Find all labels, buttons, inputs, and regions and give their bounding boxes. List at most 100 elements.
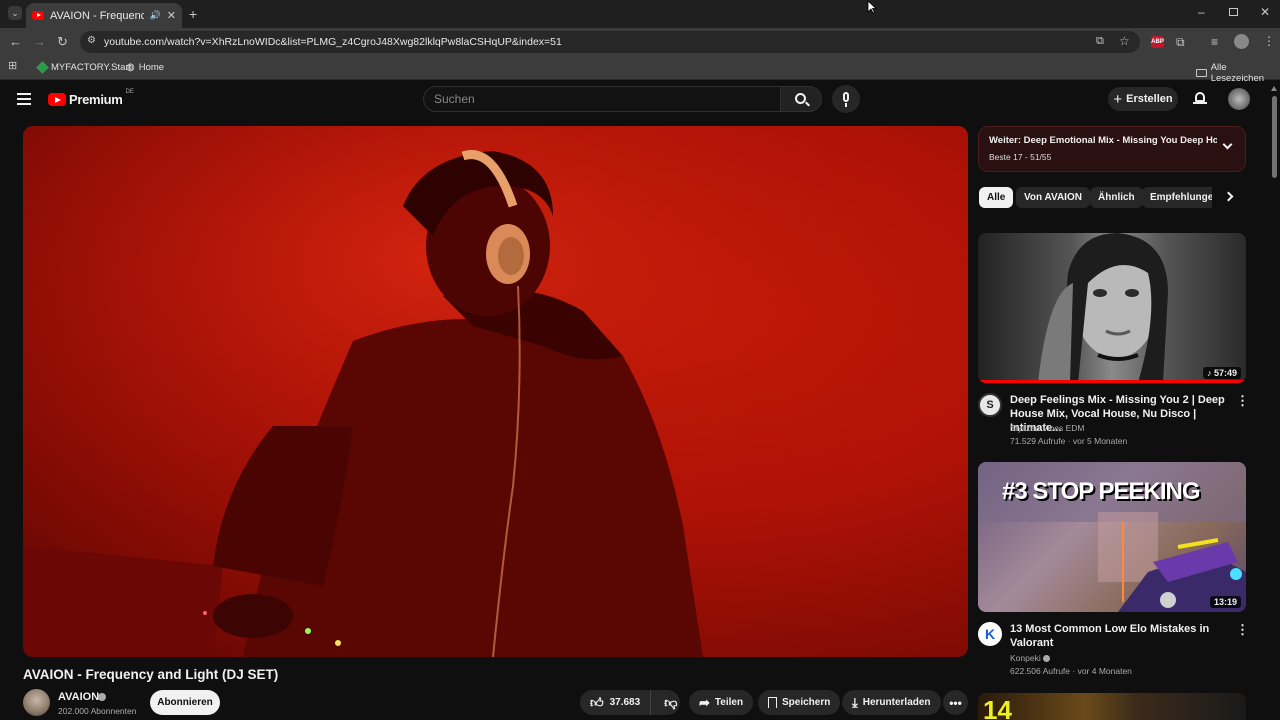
youtube-logo[interactable]: Premium DE bbox=[48, 88, 134, 107]
video-thumbnail[interactable]: 14 bbox=[978, 693, 1246, 720]
video-player[interactable] bbox=[23, 126, 968, 657]
bookmark-star-icon[interactable]: ☆ bbox=[1119, 34, 1130, 48]
site-info-icon[interactable]: ⚙ bbox=[87, 35, 96, 46]
subscribe-button[interactable]: Abonnieren bbox=[150, 690, 220, 715]
recommendation-title: 13 Most Common Low Elo Mistakes in Valor… bbox=[1010, 623, 1210, 649]
recommendation-item[interactable]: ♪ 57:49 S Deep Feelings Mix - Missing Yo… bbox=[978, 233, 1249, 449]
share-label: Teilen bbox=[714, 697, 744, 708]
video-title: AVAION - Frequency and Light (DJ SET) bbox=[23, 667, 279, 682]
more-options-icon[interactable]: ⋮ bbox=[1236, 393, 1249, 409]
playlist-panel[interactable]: Weiter: Deep Emotional Mix - Missing You… bbox=[978, 126, 1246, 172]
minimize-icon[interactable]: – bbox=[1198, 6, 1205, 18]
chip-all[interactable]: Alle bbox=[979, 187, 1014, 208]
bookmark-label: MYFACTORY.Start bbox=[51, 62, 132, 73]
back-icon[interactable]: ← bbox=[9, 35, 22, 48]
verified-icon bbox=[98, 693, 106, 701]
install-app-icon[interactable]: ⧉ bbox=[1096, 35, 1104, 48]
voice-search-button[interactable] bbox=[832, 85, 860, 113]
scrollbar-thumb[interactable] bbox=[1272, 96, 1277, 178]
reload-icon[interactable]: ↻ bbox=[57, 35, 68, 48]
audio-icon[interactable]: 🔊 bbox=[150, 10, 161, 21]
recommendation-stats: 622.506 Aufrufe · vor 4 Monaten bbox=[1010, 666, 1132, 676]
thumbnail-overlay-text: #3 STOP PEEKING bbox=[1002, 478, 1201, 505]
microphone-icon bbox=[843, 92, 849, 102]
recommendation-channel[interactable]: Konpeki bbox=[1010, 653, 1041, 663]
apps-icon[interactable]: ⊞ bbox=[8, 61, 17, 72]
like-button[interactable]: 👍︎ 37.683 bbox=[580, 690, 652, 715]
music-note-icon: ♪ bbox=[1206, 368, 1214, 378]
channel-avatar[interactable]: S bbox=[978, 393, 1002, 417]
bookmark-label: Home bbox=[138, 62, 165, 73]
url-text: youtube.com/watch?v=XhRzLnoWIDc&list=PLM… bbox=[104, 36, 562, 48]
close-tab-icon[interactable]: ✕ bbox=[167, 9, 176, 22]
download-label: Herunterladen bbox=[862, 697, 931, 708]
globe-icon: ◍ bbox=[126, 62, 135, 73]
chevron-right-icon[interactable] bbox=[1223, 191, 1234, 202]
recommendation-item[interactable]: 14 bbox=[978, 693, 1246, 720]
browser-tab-bar: ⌄ AVAION - Frequency and Li 🔊 ✕ + – ✕ bbox=[0, 0, 1280, 28]
new-tab-icon[interactable]: + bbox=[189, 7, 197, 21]
youtube-logo-icon bbox=[48, 93, 66, 106]
region-label: DE bbox=[125, 88, 134, 95]
more-options-icon[interactable]: ⋮ bbox=[1236, 622, 1249, 638]
forward-icon[interactable]: → bbox=[33, 35, 46, 48]
portrait-image bbox=[1038, 233, 1168, 383]
browser-address-bar: ← → ↻ ⚙ youtube.com/watch?v=XhRzLnoWIDc&… bbox=[0, 28, 1280, 56]
bookmark-home[interactable]: ◍ Home bbox=[126, 62, 164, 73]
reading-list-icon[interactable]: ≡ bbox=[1211, 36, 1218, 48]
share-icon: ➦ bbox=[699, 694, 710, 710]
restore-icon[interactable] bbox=[1229, 8, 1238, 16]
channel-avatar[interactable]: K bbox=[978, 622, 1002, 646]
hamburger-menu-icon[interactable] bbox=[17, 93, 31, 105]
chip-from-channel[interactable]: Von AVAION bbox=[1016, 187, 1090, 208]
chip-related[interactable]: Ähnlich bbox=[1090, 187, 1143, 208]
thumbs-up-icon: 👍︎ bbox=[590, 694, 604, 710]
playlist-next-label: Weiter: Deep Emotional Mix - Missing You… bbox=[989, 135, 1217, 146]
extensions-icon[interactable]: ⧉ bbox=[1176, 36, 1185, 48]
search-input[interactable]: Suchen bbox=[423, 86, 781, 112]
plus-icon: + bbox=[1113, 90, 1123, 108]
video-thumbnail[interactable]: #3 STOP PEEKING 13:19 bbox=[978, 462, 1246, 612]
bookmark-icon bbox=[768, 697, 777, 708]
save-label: Speichern bbox=[782, 697, 831, 708]
watched-progress-bar bbox=[978, 380, 1246, 383]
notifications-bell-icon[interactable] bbox=[1193, 91, 1207, 105]
user-avatar[interactable] bbox=[1228, 88, 1250, 110]
save-button[interactable]: Speichern bbox=[758, 690, 841, 715]
logo-text: Premium bbox=[69, 92, 123, 107]
mouse-cursor-icon bbox=[867, 0, 877, 14]
chevron-down-icon[interactable] bbox=[1222, 139, 1233, 150]
youtube-favicon bbox=[32, 11, 44, 20]
profile-icon[interactable] bbox=[1234, 34, 1249, 49]
scroll-up-icon[interactable] bbox=[1271, 86, 1277, 91]
create-button[interactable]: + Erstellen bbox=[1108, 87, 1178, 111]
channel-name[interactable]: AVAION bbox=[58, 691, 99, 703]
close-window-icon[interactable]: ✕ bbox=[1260, 6, 1270, 18]
duration-badge: ♪ 57:49 bbox=[1202, 367, 1241, 379]
playlist-sub-label: Beste 17 - 51/55 bbox=[989, 152, 1052, 162]
subscriber-count: 202.000 Abonnenten bbox=[58, 706, 137, 716]
duration-badge: 13:19 bbox=[1209, 596, 1241, 608]
video-thumbnail[interactable]: ♪ 57:49 bbox=[978, 233, 1246, 383]
browser-tab[interactable]: AVAION - Frequency and Li 🔊 ✕ bbox=[26, 3, 182, 28]
folder-icon bbox=[1196, 69, 1207, 77]
thumbnail-overlay-text: 14 bbox=[983, 695, 1012, 720]
recommendation-stats: 71.529 Aufrufe · vor 5 Monaten bbox=[1010, 436, 1128, 446]
search-button[interactable] bbox=[780, 86, 822, 112]
more-icon: ••• bbox=[949, 695, 962, 710]
bookmark-myfactory[interactable]: MYFACTORY.Start bbox=[36, 61, 132, 74]
share-button[interactable]: ➦ Teilen bbox=[689, 690, 754, 715]
dislike-button[interactable]: 👎︎ bbox=[656, 690, 685, 715]
download-button[interactable]: ⤓ Herunterladen bbox=[842, 690, 941, 715]
more-actions-button[interactable]: ••• bbox=[943, 690, 968, 715]
myfactory-icon bbox=[36, 61, 49, 74]
chip-recommendations[interactable]: Empfehlungen bbox=[1142, 187, 1212, 208]
adblock-extension-icon[interactable]: ABP bbox=[1151, 36, 1164, 48]
url-field[interactable]: ⚙ youtube.com/watch?v=XhRzLnoWIDc&list=P… bbox=[80, 31, 1140, 53]
page-scrollbar[interactable] bbox=[1270, 86, 1278, 718]
browser-menu-icon[interactable]: ⋮ bbox=[1263, 35, 1275, 47]
recommendation-channel[interactable]: Stylized Vibes EDM bbox=[1010, 423, 1084, 433]
channel-avatar[interactable] bbox=[23, 689, 50, 716]
recommendation-item[interactable]: #3 STOP PEEKING 13:19 K 13 Most Common L… bbox=[978, 462, 1249, 678]
tab-list-icon[interactable]: ⌄ bbox=[8, 6, 22, 20]
